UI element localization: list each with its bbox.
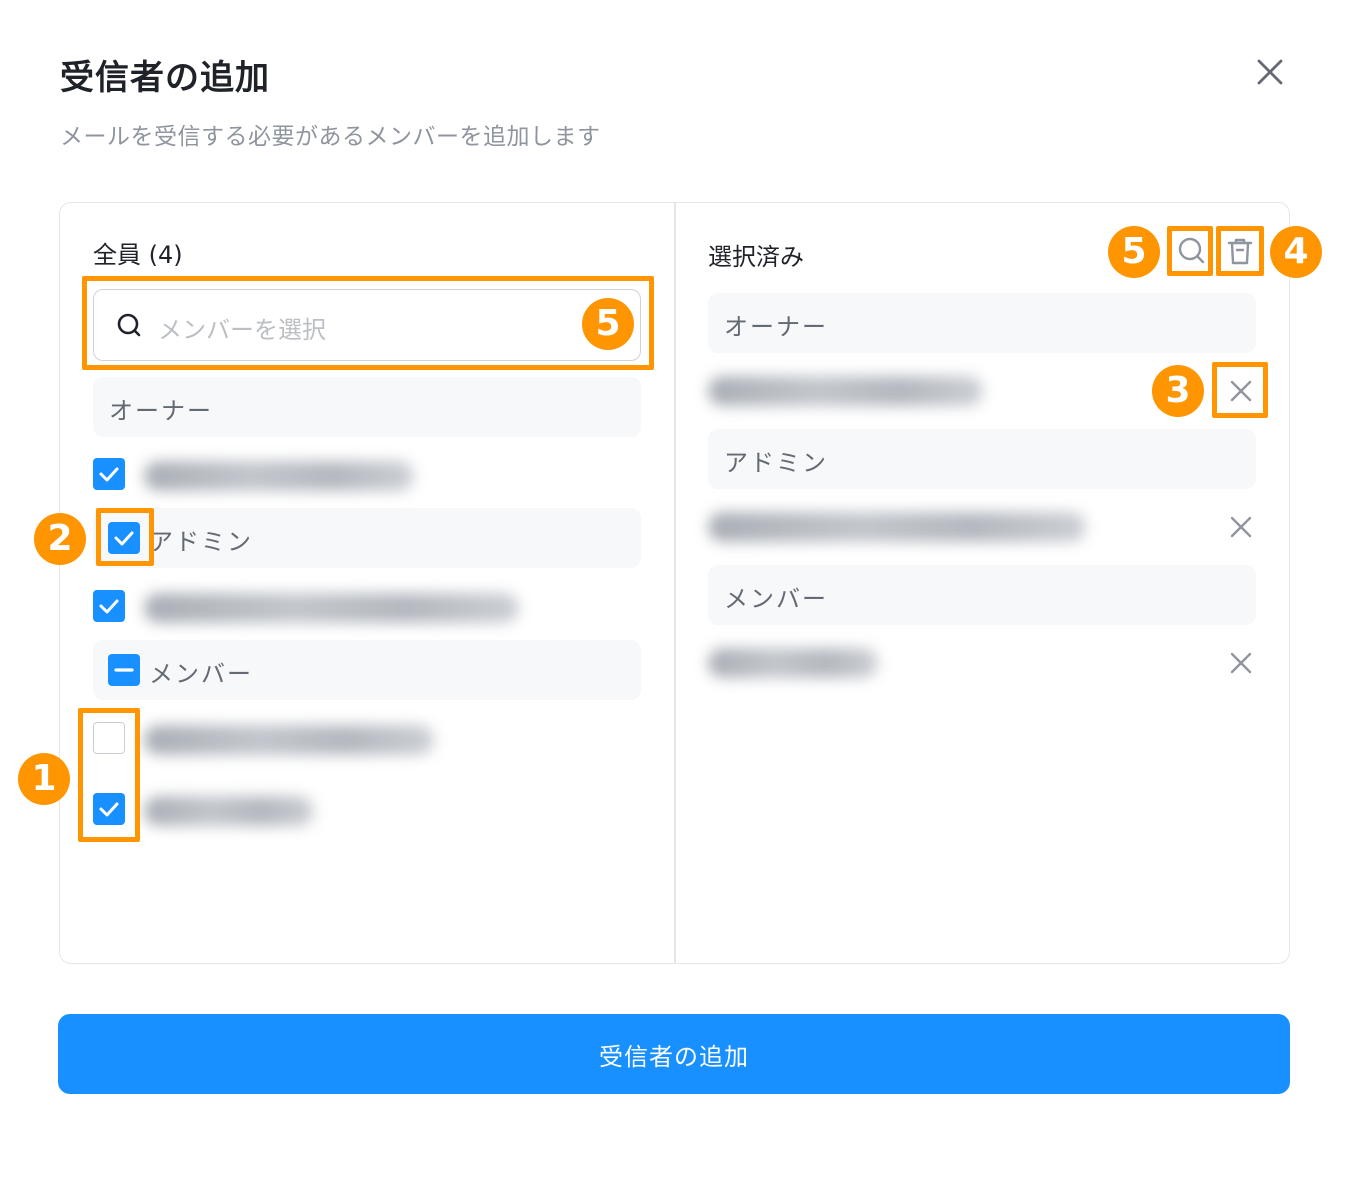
close-icon[interactable] [1250,52,1290,92]
member-email-blurred [144,796,314,826]
group-row-owner: オーナー [93,377,641,437]
callout-search [82,276,654,370]
callout-selected-search [1167,226,1213,276]
group-checkbox-member[interactable] [108,654,140,686]
member-checkbox[interactable] [93,590,125,622]
badge-1: 1 [18,753,70,805]
group-label: アドミン [724,449,828,477]
callout-remove [1212,362,1268,418]
badge-4: 4 [1270,226,1322,278]
panel-divider [674,203,676,963]
group-label: メンバー [149,660,253,688]
selected-group-owner: オーナー [708,293,1256,353]
callout-clear [1216,226,1264,276]
selected-email-blurred [708,512,1086,542]
selected-email-blurred [708,648,878,678]
badge-5: 5 [582,298,634,350]
group-row-member: メンバー [93,640,641,700]
badge-2: 2 [34,513,86,565]
member-email-blurred [144,725,434,755]
selected-title: 選択済み [708,243,804,271]
group-label: アドミン [149,528,253,556]
badge-5-selected: 5 [1108,226,1160,278]
callout-member-checkboxes [78,708,140,842]
remove-icon[interactable] [1226,512,1256,542]
add-recipients-button[interactable]: 受信者の追加 [58,1014,1290,1094]
all-members-title: 全員 (4) [93,241,183,269]
group-label: オーナー [724,313,828,341]
callout-group-checkbox [96,508,154,566]
selected-group-member: メンバー [708,565,1256,625]
remove-icon[interactable] [1226,648,1256,678]
group-label: メンバー [724,585,828,613]
badge-3: 3 [1152,365,1204,417]
member-email-blurred [144,461,414,491]
member-checkbox[interactable] [93,458,125,490]
group-label: オーナー [109,397,213,425]
member-email-blurred [144,593,519,623]
group-row-admin: アドミン [93,508,641,568]
selected-group-admin: アドミン [708,429,1256,489]
dialog-title: 受信者の追加 [60,58,270,98]
dialog-subtitle: メールを受信する必要があるメンバーを追加します [60,124,601,150]
selected-email-blurred [708,376,983,406]
